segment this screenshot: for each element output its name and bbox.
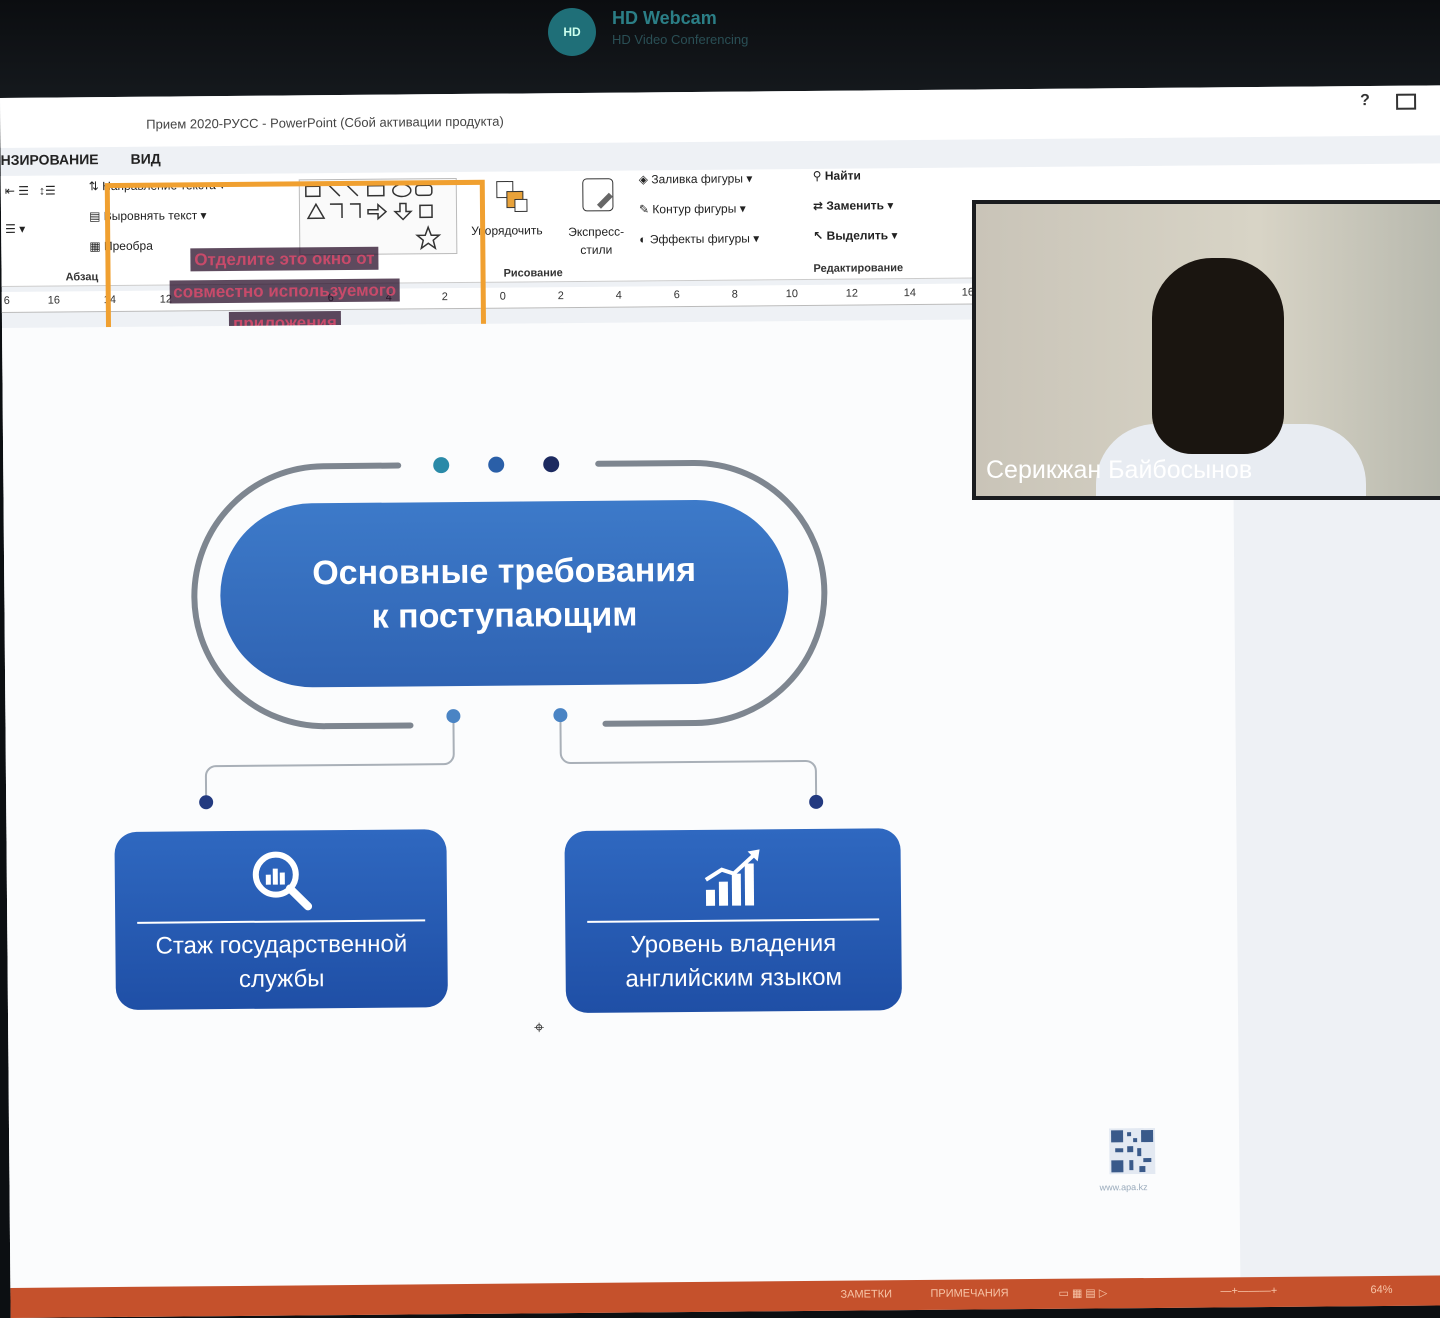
restore-icon[interactable] (1396, 93, 1417, 110)
requirement-card-english[interactable]: Уровень владения английским языком (564, 828, 902, 1014)
webcam-app-bar: HD HD Webcam HD Video Conferencing (0, 0, 1440, 98)
card-label-line: Стаж государственной (155, 930, 408, 960)
drawing-group-label: Рисование (503, 267, 563, 280)
qr-code-icon (1109, 1127, 1156, 1175)
participant-head (1152, 258, 1284, 454)
decor-dot (199, 795, 214, 810)
paragraph-group-label: Абзац (65, 271, 99, 284)
tab-slideshow[interactable]: НЗИРОВАНИЕ (0, 151, 98, 176)
qr-caption: www.apa.kz (1099, 1182, 1148, 1193)
participant-name: Серикжан Байбосынов (986, 456, 1253, 484)
zoom-slider[interactable]: —+———+ (1220, 1285, 1277, 1297)
webcam-title: HD Webcam (612, 8, 717, 28)
comments-button[interactable]: ПРИМЕЧАНИЯ (930, 1287, 1008, 1300)
shape-outline-button[interactable]: ✎ Контур фигуры ▾ (639, 201, 746, 216)
shape-effects-button[interactable]: ◐ Эффекты фигуры ▾ (639, 231, 759, 246)
ribbon-tabs: НЗИРОВАНИЕ ВИД (0, 151, 160, 176)
ruler-label: 16 (47, 294, 61, 307)
decor-dot (446, 709, 461, 724)
magnifier-chart-icon (252, 851, 313, 911)
quick-styles-button[interactable]: Экспресс-стили (561, 222, 631, 259)
decor-dot (543, 456, 560, 473)
ruler-label: 2 (557, 290, 564, 303)
quick-styles-icon[interactable] (577, 175, 621, 219)
growth-chart-icon (704, 849, 760, 906)
ruler-label: 14 (903, 287, 917, 300)
replace-button[interactable]: ⇄ Заменить ▾ (813, 198, 894, 213)
main-title-line: к поступающим (371, 595, 638, 636)
binoculars-icon: ⚲ (812, 168, 822, 183)
pencil-icon: ✎ (638, 202, 650, 217)
paint-bucket-icon: ◈ (638, 172, 649, 187)
view-buttons[interactable]: ▭ ▦ ▤ ▷ (1058, 1286, 1107, 1299)
editing-group-label: Редактирование (813, 262, 904, 275)
participant-video-panel[interactable]: Серикжан Байбосынов (972, 200, 1440, 500)
card-divider (137, 919, 426, 924)
requirement-card-service[interactable]: Стаж государственной службы (114, 829, 448, 1011)
effects-icon: ◐ (639, 232, 647, 247)
detach-message-line: Отделите это окно от (190, 246, 379, 272)
ruler-label: 8 (731, 288, 738, 301)
align-icon[interactable]: ☰ ▾ (5, 222, 25, 236)
window-title: Прием 2020-РУСС - PowerPoint (Сбой актив… (146, 113, 504, 132)
webcam-logo-icon: HD (548, 8, 596, 56)
ruler-label: 4 (615, 289, 622, 302)
main-title-shape[interactable]: Основные требования к поступающим (219, 499, 790, 689)
detach-message-line: совместно используемого (169, 278, 401, 304)
select-button[interactable]: ↖ Выделить ▾ (813, 228, 897, 243)
notes-button[interactable]: ЗАМЕТКИ (840, 1288, 892, 1300)
card-label-line: английским языком (625, 963, 843, 993)
ruler-label: 6 (673, 289, 680, 302)
card-label-line: Уровень владения (630, 929, 837, 959)
cursor-icon: ↖ (813, 228, 824, 243)
arrange-icon[interactable] (493, 177, 533, 217)
decor-dot (553, 708, 568, 723)
mouse-cursor-icon: ⌖ (534, 1017, 545, 1038)
tab-view[interactable]: ВИД (130, 151, 160, 175)
card-label-line: службы (238, 965, 325, 993)
decor-dot (809, 794, 824, 809)
zoom-level[interactable]: 64% (1370, 1284, 1392, 1296)
card-divider (587, 918, 880, 923)
ruler-label: 0 (499, 290, 506, 303)
ruler-label: 12 (845, 287, 859, 300)
webcam-subtitle: HD Video Conferencing (612, 32, 749, 47)
help-button[interactable]: ? (1360, 92, 1370, 110)
replace-icon: ⇄ (812, 198, 824, 213)
ruler-label: 10 (785, 288, 799, 301)
shape-fill-button[interactable]: ◈ Заливка фигуры ▾ (639, 171, 753, 186)
main-title-line: Основные требования (312, 550, 697, 593)
find-button[interactable]: ⚲ Найти (813, 168, 861, 182)
ruler-label: 6 (3, 294, 10, 307)
decor-dot (433, 457, 450, 474)
decor-dot (488, 456, 505, 473)
indent-icon[interactable]: ⇤ ☰ ↕☰ (5, 184, 56, 198)
